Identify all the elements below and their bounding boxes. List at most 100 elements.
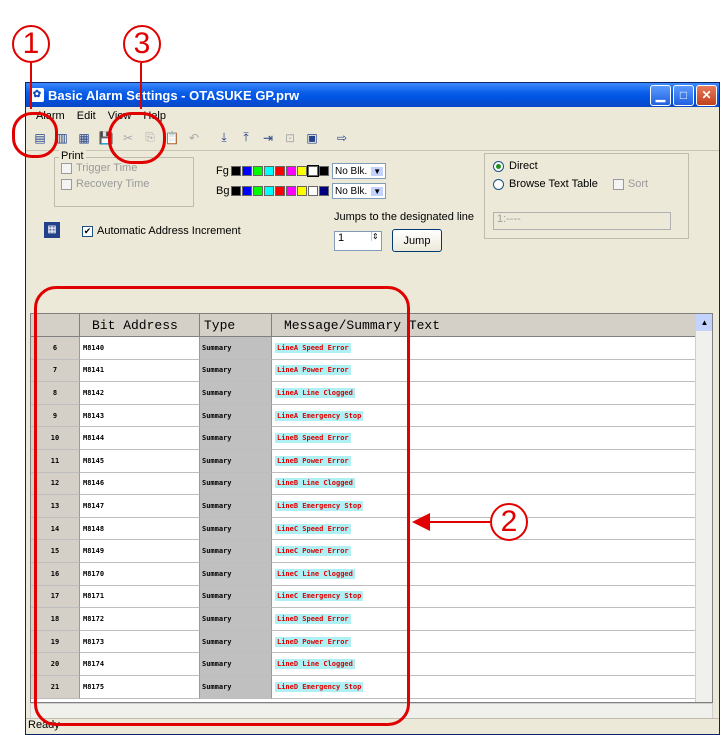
message-cell[interactable]: LineC Power Error (272, 540, 712, 563)
message-cell[interactable]: LineB Line Clogged (272, 472, 712, 496)
fg-blink-select[interactable]: No Blk. ▼ (332, 163, 387, 179)
type-cell[interactable]: Summary (200, 359, 272, 383)
menu-help[interactable]: Help (137, 110, 172, 122)
bit-address-header[interactable]: Bit Address (80, 314, 200, 337)
fg-swatch-black[interactable] (231, 166, 241, 176)
bit-address-cell[interactable]: M8174 (80, 653, 200, 676)
fg-swatch-green[interactable] (253, 166, 263, 176)
bg-blink-select[interactable]: No Blk. ▼ (332, 183, 387, 199)
bit-address-cell[interactable]: M8147 (80, 495, 200, 518)
message-cell[interactable]: LineD Emergency Stop (272, 675, 712, 699)
exit-icon[interactable]: ⇨ (332, 128, 352, 148)
calculator-icon[interactable]: ▦ (44, 222, 60, 238)
fg-swatch-magenta[interactable] (286, 166, 296, 176)
trigger-time-checkbox[interactable]: Trigger Time (61, 162, 187, 174)
row-number[interactable]: 20 (31, 653, 80, 676)
table-row[interactable]: 13 M8147 Summary LineB Emergency Stop (31, 495, 712, 518)
direct-radio[interactable]: Direct (493, 160, 680, 172)
bg-swatch-cyan[interactable] (264, 186, 274, 196)
type-cell[interactable]: Summary (200, 382, 272, 405)
bit-address-cell[interactable]: M8143 (80, 404, 200, 428)
message-cell[interactable]: LineC Line Clogged (272, 562, 712, 586)
menu-edit[interactable]: Edit (71, 110, 102, 122)
bg-swatch-white[interactable] (308, 186, 318, 196)
bit-address-cell[interactable]: M8144 (80, 427, 200, 450)
bg-swatch-blue[interactable] (242, 186, 252, 196)
jump-button[interactable]: Jump (392, 229, 442, 252)
properties-icon[interactable]: ▣ (302, 128, 322, 148)
table-row[interactable]: 17 M8171 Summary LineC Emergency Stop (31, 585, 712, 609)
save-icon[interactable]: 💾 (96, 128, 116, 148)
insert-row-icon[interactable]: ⤓ (214, 128, 234, 148)
bit-address-cell[interactable]: M8140 (80, 337, 200, 360)
message-cell[interactable]: LineA Speed Error (272, 337, 712, 360)
table-row[interactable]: 12 M8146 Summary LineB Line Clogged (31, 472, 712, 496)
row-number[interactable]: 17 (31, 585, 80, 609)
type-cell[interactable]: Summary (200, 585, 272, 609)
row-number[interactable]: 18 (31, 608, 80, 631)
fg-swatch-blue[interactable] (242, 166, 252, 176)
bg-swatch-yellow[interactable] (297, 186, 307, 196)
bit-address-cell[interactable]: M8175 (80, 675, 200, 699)
sort-checkbox[interactable]: Sort (612, 178, 648, 190)
fg-swatch-cyan[interactable] (264, 166, 274, 176)
message-cell[interactable]: LineB Speed Error (272, 427, 712, 450)
history-icon[interactable]: ▥ (52, 128, 72, 148)
message-cell[interactable]: LineD Power Error (272, 630, 712, 654)
table-row[interactable]: 21 M8175 Summary LineD Emergency Stop (31, 675, 712, 699)
type-cell[interactable]: Summary (200, 404, 272, 428)
type-cell[interactable]: Summary (200, 608, 272, 631)
row-number[interactable]: 16 (31, 562, 80, 586)
type-header[interactable]: Type (200, 314, 272, 337)
row-number[interactable]: 19 (31, 630, 80, 654)
table-row[interactable]: 11 M8145 Summary LineB Power Error (31, 449, 712, 473)
table-row[interactable]: 7 M8141 Summary LineA Power Error (31, 359, 712, 383)
table-row[interactable]: 20 M8174 Summary LineD Line Clogged (31, 653, 712, 676)
type-cell[interactable]: Summary (200, 495, 272, 518)
row-number[interactable]: 13 (31, 495, 80, 518)
table-row[interactable]: 8 M8142 Summary LineA Line Clogged (31, 382, 712, 405)
bit-address-cell[interactable]: M8173 (80, 630, 200, 654)
copy-icon[interactable]: ⎘ (140, 128, 160, 148)
bit-address-cell[interactable]: M8172 (80, 608, 200, 631)
table-row[interactable]: 18 M8172 Summary LineD Speed Error (31, 608, 712, 631)
title-bar[interactable]: ✿ Basic Alarm Settings - OTASUKE GP.prw … (26, 83, 719, 107)
bg-swatch-green[interactable] (253, 186, 263, 196)
menu-view[interactable]: View (102, 110, 138, 122)
close-button[interactable]: ✕ (696, 84, 717, 106)
bit-address-cell[interactable]: M8170 (80, 562, 200, 586)
scroll-up-icon[interactable]: ▲ (696, 314, 712, 331)
select-icon[interactable]: ⊡ (280, 128, 300, 148)
undo-icon[interactable]: ↶ (184, 128, 204, 148)
row-number[interactable]: 9 (31, 404, 80, 428)
bit-address-cell[interactable]: M8145 (80, 449, 200, 473)
row-number[interactable]: 7 (31, 359, 80, 383)
bg-swatch-red[interactable] (275, 186, 285, 196)
recovery-time-checkbox[interactable]: Recovery Time (61, 178, 187, 190)
jump-line-input[interactable]: 1 ⇕ (334, 231, 382, 251)
cut-icon[interactable]: ✂ (118, 128, 138, 148)
bit-address-cell[interactable]: M8141 (80, 359, 200, 383)
type-cell[interactable]: Summary (200, 653, 272, 676)
paste-icon[interactable]: 📋 (162, 128, 182, 148)
maximize-button[interactable]: □ (673, 84, 694, 106)
bg-swatch-selected[interactable] (319, 186, 329, 196)
table-row[interactable]: 16 M8170 Summary LineC Line Clogged (31, 562, 712, 586)
grid-icon[interactable]: ▦ (74, 128, 94, 148)
type-cell[interactable]: Summary (200, 449, 272, 473)
message-cell[interactable]: LineA Emergency Stop (272, 404, 712, 428)
bg-swatch-magenta[interactable] (286, 186, 296, 196)
type-cell[interactable]: Summary (200, 427, 272, 450)
delete-row-icon[interactable]: ⤒ (236, 128, 256, 148)
type-cell[interactable]: Summary (200, 675, 272, 699)
minimize-button[interactable]: ▁ (650, 84, 671, 106)
fg-swatch-red[interactable] (275, 166, 285, 176)
text-table-select[interactable]: 1:---- (493, 212, 671, 230)
message-header[interactable]: Message/Summary Text (272, 314, 712, 337)
alarm-list-icon[interactable]: ▤ (30, 128, 50, 148)
row-number[interactable]: 10 (31, 427, 80, 450)
type-cell[interactable]: Summary (200, 517, 272, 541)
bit-address-cell[interactable]: M8148 (80, 517, 200, 541)
fg-swatch-white[interactable] (307, 165, 319, 177)
bg-swatch-black[interactable] (231, 186, 241, 196)
